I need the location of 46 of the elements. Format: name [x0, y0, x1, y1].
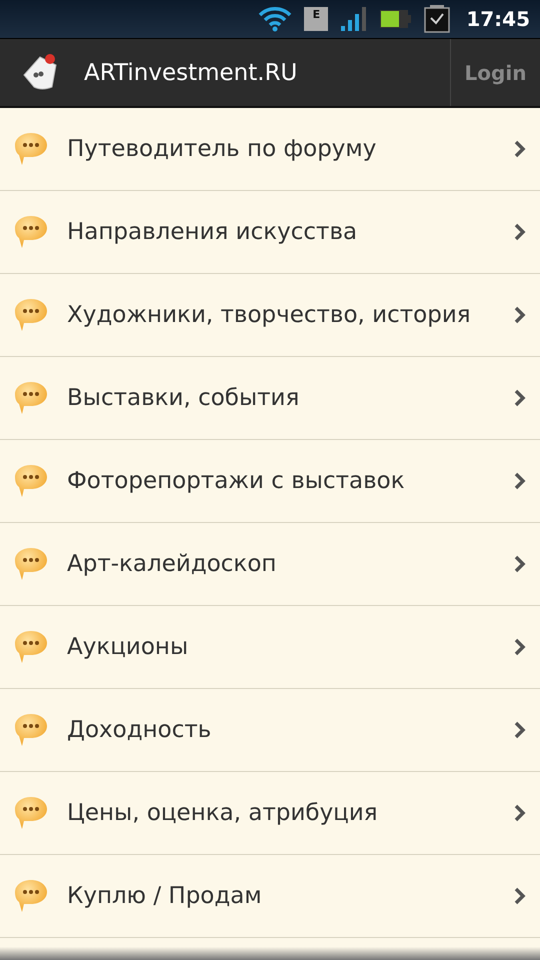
forum-title: Фоторепортажи с выставок — [67, 468, 406, 494]
speech-bubble-icon — [14, 214, 48, 250]
chevron-right-icon — [514, 555, 526, 573]
wifi-icon — [258, 6, 292, 32]
speech-bubble-icon — [14, 380, 48, 416]
forum-title: Аукционы — [67, 634, 190, 660]
chevron-right-icon — [514, 804, 526, 822]
speech-bubble-icon — [14, 463, 48, 499]
forum-list-item[interactable]: Художники, творчество, история — [0, 274, 540, 357]
chevron-right-icon — [514, 638, 526, 656]
forum-list-item[interactable]: Фоторепортажи с выставок — [0, 440, 540, 523]
forum-title: Цены, оценка, атрибуция — [67, 800, 379, 826]
speech-bubble-icon — [14, 297, 48, 333]
network-type-badge: E — [304, 7, 328, 31]
speech-bubble-icon — [14, 131, 48, 167]
forum-title: Арт-калейдоскоп — [67, 551, 278, 577]
forum-list-item[interactable]: Выставки, события — [0, 357, 540, 440]
forum-list-item[interactable]: Цены, оценка, атрибуция — [0, 772, 540, 855]
forum-list-item[interactable]: Арт-калейдоскоп — [0, 523, 540, 606]
forum-title: Выставки, события — [67, 385, 300, 411]
app-title: ARTinvestment.RU — [84, 60, 298, 86]
chevron-right-icon — [514, 223, 526, 241]
forum-title: Художники, творчество, история — [67, 302, 472, 328]
forum-list-item[interactable]: Направления искусства — [0, 191, 540, 274]
chevron-right-icon — [514, 887, 526, 905]
speech-bubble-icon — [14, 878, 48, 914]
speech-bubble-icon — [14, 546, 48, 582]
forum-list-item[interactable]: Путеводитель по форуму — [0, 108, 540, 191]
chevron-right-icon — [514, 472, 526, 490]
checkbox-icon — [424, 5, 450, 33]
forum-title: Куплю / Продам — [67, 883, 263, 909]
speech-bubble-icon — [14, 712, 48, 748]
forum-title: Доходность — [67, 717, 212, 743]
forum-title: Путеводитель по форуму — [67, 136, 378, 162]
battery-icon — [380, 9, 412, 29]
forum-list-item[interactable]: Доходность — [0, 689, 540, 772]
signal-icon — [340, 6, 368, 32]
speech-bubble-icon — [14, 629, 48, 665]
forum-title: Направления искусства — [67, 219, 358, 245]
speech-bubble-icon — [14, 795, 48, 831]
chevron-right-icon — [514, 389, 526, 407]
chevron-right-icon — [514, 721, 526, 739]
clock-time: 17:45 — [466, 7, 530, 31]
chevron-right-icon — [514, 140, 526, 158]
forum-list-item[interactable]: Аукционы — [0, 606, 540, 689]
chevron-right-icon — [514, 306, 526, 324]
